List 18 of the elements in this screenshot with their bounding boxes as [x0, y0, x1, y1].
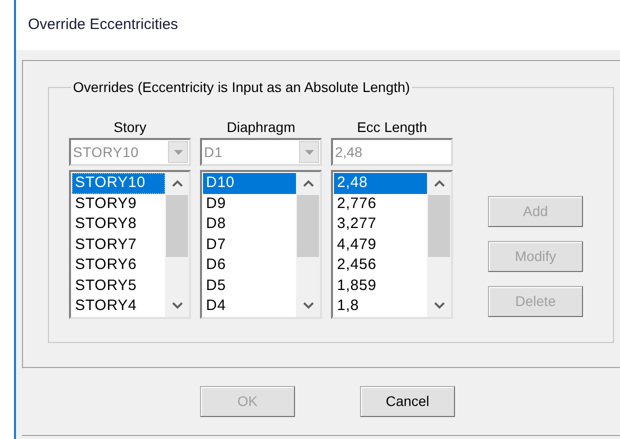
scrollbar[interactable]	[296, 172, 320, 317]
column-heading: Ecc Length	[356, 118, 428, 137]
scrollbar[interactable]	[165, 172, 189, 317]
scroll-thumb[interactable]	[297, 195, 319, 257]
column-heading: Diaphragm	[226, 118, 296, 137]
dialog-button[interactable]: Cancel	[360, 386, 455, 417]
group-title: Overrides (Eccentricity is Input as an Absolute Length)	[72, 78, 411, 97]
scroll-down-icon[interactable]	[434, 302, 444, 309]
scroll-down-icon[interactable]	[302, 302, 314, 309]
scroll-up-icon[interactable]	[172, 180, 182, 187]
scrollbar[interactable]	[427, 172, 451, 317]
scroll-down-icon[interactable]	[172, 302, 182, 309]
scroll-up-icon[interactable]	[434, 180, 444, 187]
column-heading: Story	[112, 118, 148, 137]
scroll-thumb[interactable]	[166, 195, 188, 257]
scroll-thumb[interactable]	[428, 195, 450, 257]
window-title: Override Eccentricities	[28, 15, 178, 35]
scroll-up-icon[interactable]	[302, 180, 314, 187]
